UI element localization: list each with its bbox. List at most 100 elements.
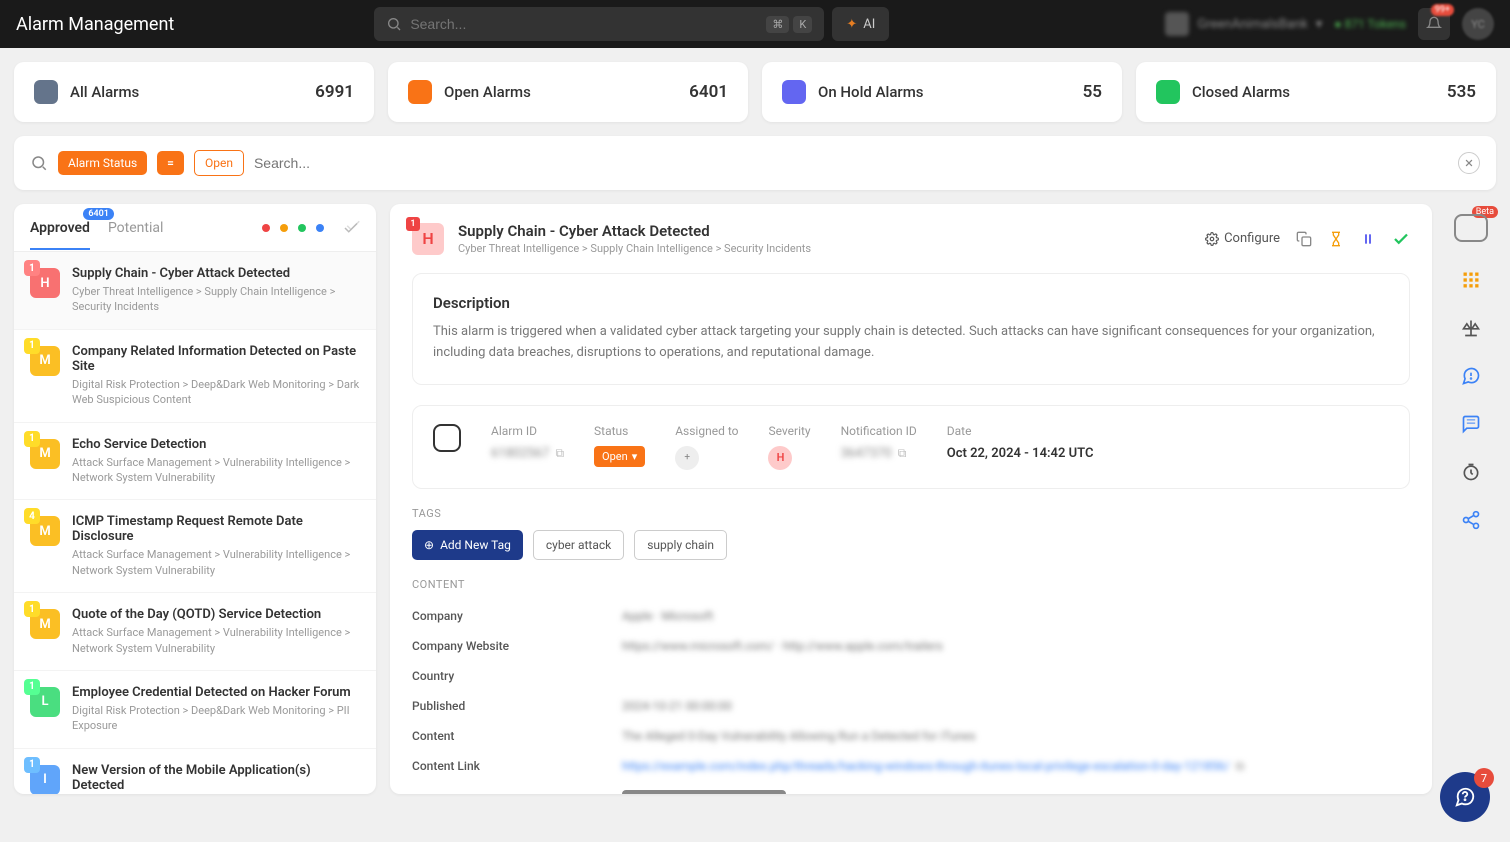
messages-icon[interactable] (1461, 414, 1481, 434)
detail-severity-badge: 1 H (412, 223, 444, 255)
description-text: This alarm is triggered when a validated… (433, 322, 1389, 364)
sparkle-icon: ✦ (846, 17, 857, 32)
hourglass-icon[interactable] (1328, 231, 1344, 247)
list-item[interactable]: 1M Echo Service Detection Attack Surface… (14, 423, 376, 501)
scale-icon[interactable] (1461, 318, 1481, 338)
top-header: Alarm Management ⌘ K ✦ AI GreenAnimalsBa… (0, 0, 1510, 48)
search-icon (386, 16, 402, 32)
dot-red[interactable] (262, 224, 270, 232)
copy-icon[interactable]: ⧉ (898, 446, 907, 461)
assignee-avatar[interactable]: + (675, 446, 699, 470)
user-avatar[interactable]: YC (1462, 8, 1494, 40)
gear-icon (1205, 232, 1219, 246)
goto-global-trends-button[interactable]: GO TO GLOBAL TRENDS (622, 790, 786, 794)
chevron-down-icon: ▾ (1316, 17, 1323, 32)
notifications-button[interactable]: 99+ (1418, 8, 1450, 40)
square-icon (34, 80, 58, 104)
grid-icon[interactable] (1461, 270, 1481, 290)
dot-blue[interactable] (316, 224, 324, 232)
alarm-title: New Version of the Mobile Application(s)… (72, 763, 360, 793)
ai-button[interactable]: ✦ AI (832, 7, 889, 41)
clock-icon[interactable] (1461, 462, 1481, 482)
alarm-path: Digital Risk Protection > Deep&Dark Web … (72, 703, 360, 734)
tag[interactable]: cyber attack (533, 530, 624, 560)
severity-circle: H (768, 446, 792, 470)
stat-card-all[interactable]: All Alarms 6991 (14, 62, 374, 122)
content-section: CONTENT CompanyApple · Microsoft Company… (390, 578, 1432, 794)
dot-green[interactable] (298, 224, 306, 232)
severity-badge: 4M (30, 516, 60, 546)
tab-approved[interactable]: Approved 6401 (30, 206, 90, 250)
alarm-path: Attack Surface Management > Vulnerabilit… (72, 455, 360, 486)
configure-button[interactable]: Configure (1205, 231, 1280, 246)
search-icon[interactable] (30, 154, 48, 172)
detail-title-block: Supply Chain - Cyber Attack Detected Cyb… (458, 222, 811, 255)
meta-row: Alarm ID 61802567⧉ Status Open ▾ Assigne… (412, 405, 1410, 489)
severity-badge: 1M (30, 439, 60, 469)
close-icon (1464, 158, 1474, 168)
right-sidebar: Beta (1446, 204, 1496, 794)
share-icon[interactable] (1461, 510, 1481, 530)
filter-bar: Alarm Status = Open (14, 136, 1496, 190)
tags-row: ⊕ Add New Tag cyber attack supply chain (412, 530, 1410, 560)
copy-icon[interactable]: ⧉ (555, 446, 564, 461)
plus-icon: ⊕ (424, 538, 434, 552)
alarm-list[interactable]: 1H Supply Chain - Cyber Attack Detected … (14, 252, 376, 794)
stat-card-onhold[interactable]: On Hold Alarms 55 (762, 62, 1122, 122)
status-pill[interactable]: Open ▾ (594, 446, 645, 467)
org-selector[interactable]: GreenAnimalsBank ▾ (1165, 12, 1322, 36)
add-tag-button[interactable]: ⊕ Add New Tag (412, 530, 523, 560)
meta-assigned: Assigned to + (675, 424, 738, 470)
detail-actions: Configure (1205, 230, 1410, 248)
alarm-path: Attack Surface Management > Vulnerabilit… (72, 625, 360, 656)
check-icon[interactable] (1392, 230, 1410, 248)
meta-date: Date Oct 22, 2024 - 14:42 UTC (947, 424, 1094, 461)
list-item[interactable]: 1M Company Related Information Detected … (14, 330, 376, 423)
clear-filter-button[interactable] (1458, 152, 1480, 174)
filter-chip-operator[interactable]: = (157, 151, 184, 175)
meta-status: Status Open ▾ (594, 424, 645, 467)
search-shortcut: ⌘ K (766, 16, 812, 33)
description-section: Description This alarm is triggered when… (412, 273, 1410, 385)
search-input[interactable] (410, 16, 766, 32)
meta-severity: Severity H (768, 424, 810, 470)
tags-section: TAGS ⊕ Add New Tag cyber attack supply c… (390, 507, 1432, 578)
alarm-list-panel: Approved 6401 Potential 1H Supply Chain … (14, 204, 376, 794)
select-checkbox[interactable] (433, 424, 461, 452)
detail-header: 1 H Supply Chain - Cyber Attack Detected… (390, 204, 1432, 273)
global-search[interactable]: ⌘ K (374, 7, 824, 41)
help-button[interactable]: 7 (1440, 772, 1490, 822)
severity-badge: 1M (30, 346, 60, 376)
filter-chip-field[interactable]: Alarm Status (58, 151, 147, 175)
square-icon (782, 80, 806, 104)
check-all-icon[interactable] (342, 219, 360, 237)
filter-chip-value[interactable]: Open (194, 150, 244, 176)
list-item[interactable]: 1L Employee Credential Detected on Hacke… (14, 671, 376, 749)
list-item[interactable]: 1H Supply Chain - Cyber Attack Detected … (14, 252, 376, 330)
list-item[interactable]: 4M ICMP Timestamp Request Remote Date Di… (14, 500, 376, 593)
stat-card-open[interactable]: Open Alarms 6401 (388, 62, 748, 122)
list-item[interactable]: 1I New Version of the Mobile Application… (14, 749, 376, 794)
stat-card-closed[interactable]: Closed Alarms 535 (1136, 62, 1496, 122)
chevron-down-icon: ▾ (632, 450, 638, 463)
chat-alert-icon[interactable] (1461, 366, 1481, 386)
alarm-path: Cyber Threat Intelligence > Supply Chain… (72, 284, 360, 315)
detail-title: Supply Chain - Cyber Attack Detected (458, 222, 811, 240)
credits-badge: ● 871 Tokens (1334, 17, 1406, 31)
severity-badge: 1L (30, 687, 60, 717)
content-link[interactable]: https://example.com/index.php/threads/ha… (622, 759, 1244, 774)
tag[interactable]: supply chain (634, 530, 727, 560)
pause-icon[interactable] (1360, 231, 1376, 247)
filter-search-input[interactable] (254, 155, 1480, 171)
alarm-title: Echo Service Detection (72, 437, 360, 452)
robot-button[interactable]: Beta (1454, 214, 1488, 242)
tab-potential[interactable]: Potential (108, 206, 163, 250)
help-icon (1454, 786, 1476, 808)
square-icon (408, 80, 432, 104)
page-title: Alarm Management (16, 14, 174, 35)
alarm-path: Attack Surface Management > Vulnerabilit… (72, 547, 360, 578)
dot-orange[interactable] (280, 224, 288, 232)
severity-badge: 1I (30, 765, 60, 794)
list-item[interactable]: 1M Quote of the Day (QOTD) Service Detec… (14, 593, 376, 671)
copy-icon[interactable] (1296, 231, 1312, 247)
